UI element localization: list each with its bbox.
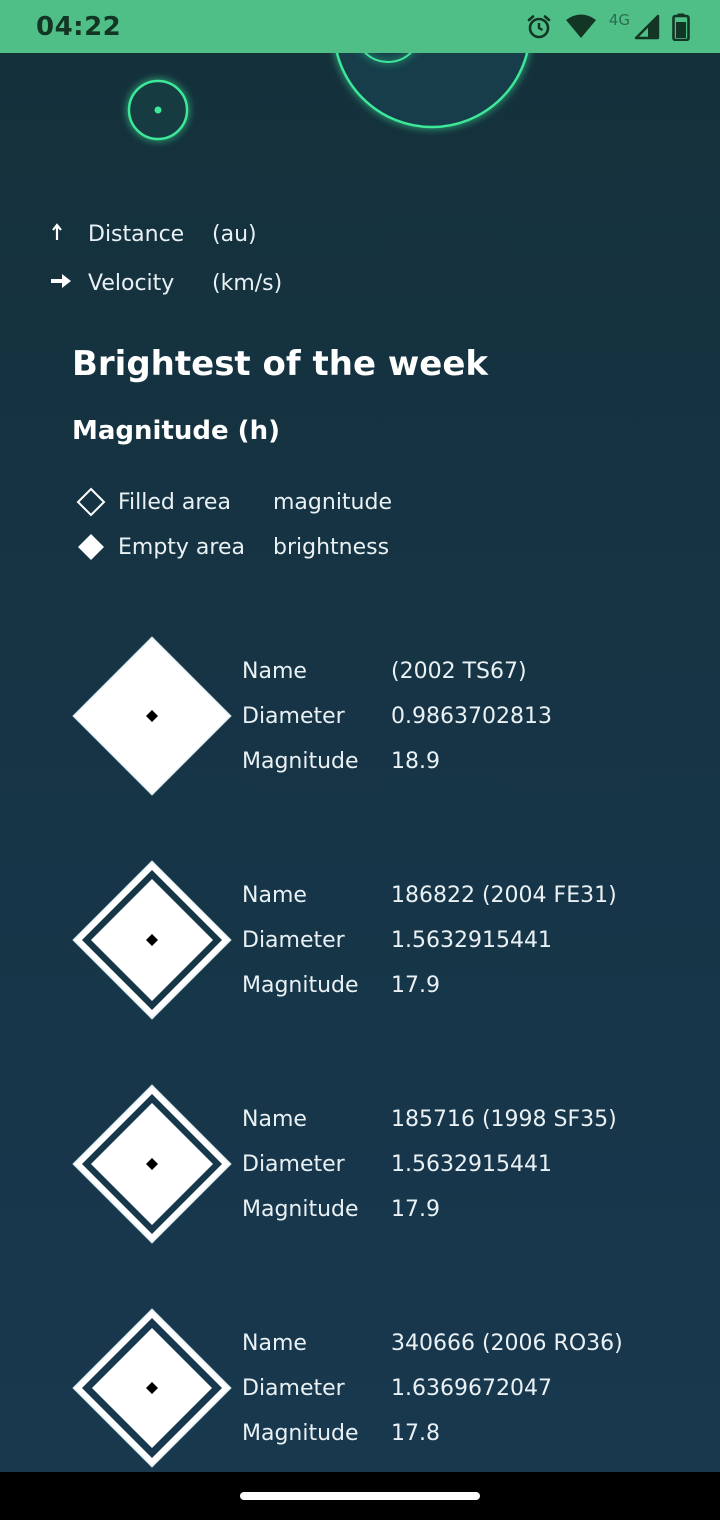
asteroid-marker-dot: [154, 106, 162, 114]
battery-icon: [672, 13, 690, 41]
key-filled-label: Filled area: [118, 489, 231, 515]
arrow-right-icon: [50, 273, 88, 294]
legend-distance-label: Distance: [88, 222, 185, 247]
key-filled: Filled area magnitude: [76, 487, 392, 517]
diameter-label: Diameter: [242, 704, 345, 729]
asteroid-diamond-icon: [72, 1084, 232, 1244]
asteroid-magnitude: 17.9: [391, 973, 440, 998]
navigation-bar: [0, 1472, 720, 1520]
section-subtitle: Magnitude (h): [72, 416, 280, 446]
magnitude-label: Magnitude: [242, 973, 359, 998]
status-bar: 04:22 4G: [0, 0, 720, 53]
magnitude-label: Magnitude: [242, 749, 359, 774]
alarm-icon: [525, 13, 553, 41]
home-gesture-handle[interactable]: [240, 1492, 480, 1500]
wifi-icon: [565, 14, 597, 40]
key-filled-meaning: magnitude: [273, 489, 393, 515]
asteroid-info: Name (2002 TS67) Diameter 0.9863702813 Mag…: [242, 649, 552, 784]
cell-signal-icon: [634, 14, 660, 40]
asteroid-diameter: 0.9863702813: [391, 704, 552, 729]
orbit-ring-large: [335, 53, 529, 129]
network-type-label: 4G: [608, 10, 630, 29]
magnitude-label: Magnitude: [242, 1421, 359, 1446]
legend-velocity-unit: (km/s): [212, 271, 283, 296]
name-label: Name: [242, 883, 307, 908]
asteroid-name: 340666 (2006 RO36): [391, 1331, 623, 1356]
orbit-visualization: [0, 53, 720, 163]
legend-distance-unit: (au): [212, 222, 257, 247]
name-label: Name: [242, 659, 307, 684]
asteroid-magnitude: 17.8: [391, 1421, 440, 1446]
status-icons: 4G: [525, 10, 690, 41]
asteroid-name: (2002 TS67): [391, 659, 527, 684]
asteroid-info: Name 185716 (1998 SF35) Diameter 1.5632915…: [242, 1097, 617, 1232]
key-empty-label: Empty area: [118, 534, 245, 560]
key-empty: Empty area brightness: [76, 532, 389, 562]
asteroid-diameter: 1.5632915441: [391, 928, 552, 953]
asteroid-diamond-icon: [72, 1308, 232, 1468]
diameter-label: Diameter: [242, 1376, 345, 1401]
asteroid-diamond-icon: [72, 636, 232, 796]
asteroid-name: 185716 (1998 SF35): [391, 1107, 617, 1132]
outline-diamond-icon: [76, 487, 118, 517]
name-label: Name: [242, 1107, 307, 1132]
diameter-label: Diameter: [242, 1152, 345, 1177]
solid-diamond-icon: [76, 532, 118, 562]
asteroid-diameter: 1.5632915441: [391, 1152, 552, 1177]
magnitude-label: Magnitude: [242, 1197, 359, 1222]
name-label: Name: [242, 1331, 307, 1356]
asteroid-magnitude: 18.9: [391, 749, 440, 774]
legend-velocity-label: Velocity: [88, 271, 175, 296]
asteroid-info: Name 340666 (2006 RO36) Diameter 1.6369672…: [242, 1321, 623, 1456]
asteroid-name: 186822 (2004 FE31): [391, 883, 617, 908]
asteroid-diameter: 1.6369672047: [391, 1376, 552, 1401]
legend-velocity: Velocity (km/s): [50, 271, 282, 296]
legend-distance: Distance (au): [50, 222, 257, 247]
arrow-up-icon: [50, 223, 88, 246]
asteroid-diamond-icon: [72, 860, 232, 1020]
asteroid-info: Name 186822 (2004 FE31) Diameter 1.5632915…: [242, 873, 617, 1008]
diameter-label: Diameter: [242, 928, 345, 953]
section-title: Brightest of the week: [72, 344, 489, 384]
key-empty-meaning: brightness: [273, 534, 390, 560]
status-time: 04:22: [36, 11, 122, 42]
asteroid-magnitude: 17.9: [391, 1197, 440, 1222]
